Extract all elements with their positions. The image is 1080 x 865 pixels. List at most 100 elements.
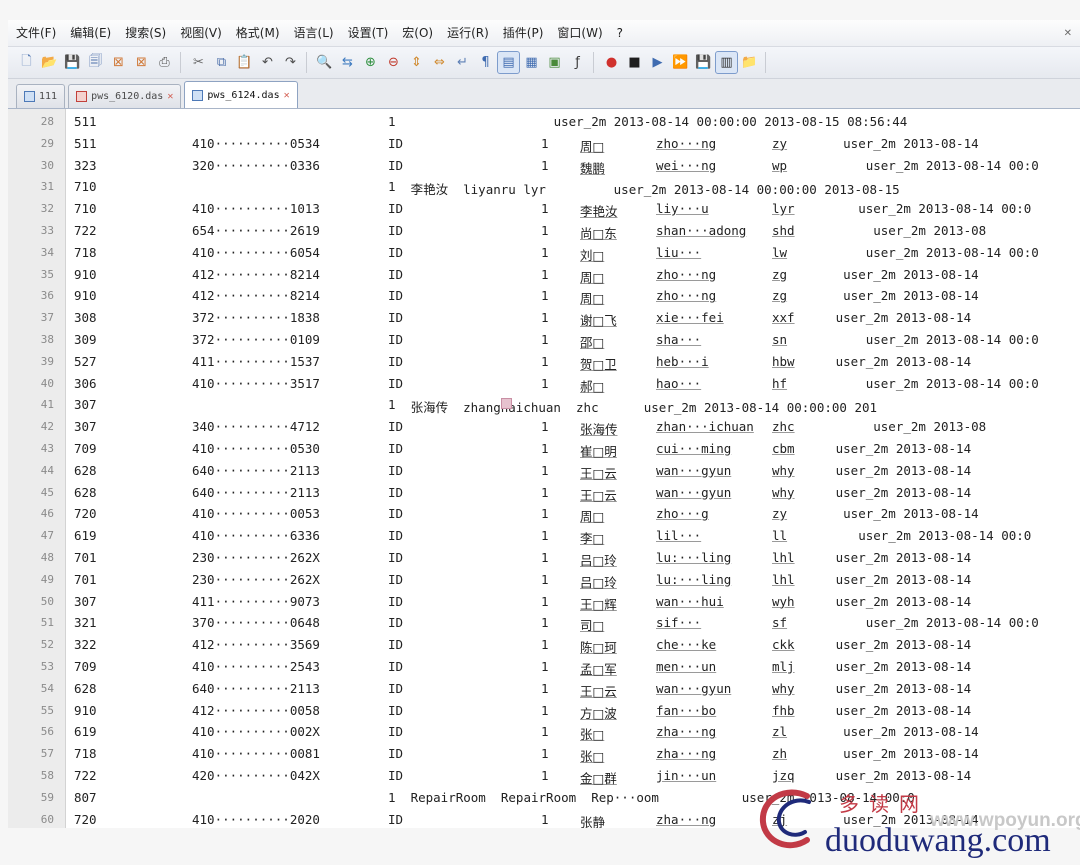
saved-file-icon bbox=[24, 91, 35, 102]
editor-line[interactable]: 46 720 410··········0053 ID 1 周□ zho···g zy use… bbox=[8, 502, 1080, 524]
editor-line[interactable]: 50 307 411··········9073 ID 1 王□辉 wan···hui wyh… bbox=[8, 590, 1080, 612]
cell-c2: 640··········2113 bbox=[192, 680, 320, 696]
menu-item-8[interactable]: 运行(R) bbox=[440, 20, 496, 47]
doc-map-icon[interactable]: ▣ bbox=[544, 52, 565, 73]
editor-line[interactable]: 43 709 410··········0530 ID 1 崔□明 cui···ming cb… bbox=[8, 437, 1080, 459]
indent-guide-icon[interactable]: ▤ bbox=[497, 51, 520, 74]
editor-line[interactable]: 52 322 412··········3569 ID 1 陈□珂 che···ke ckk … bbox=[8, 633, 1080, 655]
save-all-icon[interactable]: 🗐 bbox=[85, 52, 106, 73]
open-file-icon[interactable]: 📂 bbox=[39, 52, 60, 73]
editor-line[interactable]: 37 308 372··········1838 ID 1 谢□飞 xie···fei xxf… bbox=[8, 306, 1080, 328]
panel-icon[interactable]: ▥ bbox=[715, 51, 738, 74]
redo-icon[interactable]: ↷ bbox=[280, 52, 301, 73]
editor-line[interactable]: 36 910 412··········8214 ID 1 周□ zho···ng zg us… bbox=[8, 284, 1080, 306]
play-macro-icon[interactable]: ▶ bbox=[647, 52, 668, 73]
save-macro-icon[interactable]: 💾 bbox=[693, 52, 714, 73]
cell-c3: ID bbox=[388, 768, 404, 783]
menu-item-2[interactable]: 搜索(S) bbox=[118, 20, 173, 47]
editor-line[interactable]: 35 910 412··········8214 ID 1 周□ zho···ng zg us… bbox=[8, 263, 1080, 285]
cell-c5: 吕□玲 bbox=[580, 574, 617, 590]
editor-line[interactable]: 31 710 1 李艳汝 liyanru lyr user_2m 2013-08-1… bbox=[8, 175, 1080, 197]
new-file-icon[interactable]: 🗋 bbox=[16, 52, 37, 73]
cell-c4: 1 bbox=[541, 375, 549, 391]
editor-line[interactable]: 45 628 640··········2113 ID 1 王□云 wan···gyun wh… bbox=[8, 481, 1080, 503]
show-all-chars-icon[interactable]: ¶ bbox=[475, 52, 496, 73]
menu-item-6[interactable]: 设置(T) bbox=[341, 20, 396, 47]
cell-c5: 孟□军 bbox=[580, 662, 617, 677]
cell-c7: sf bbox=[772, 615, 788, 631]
editor-line[interactable]: 41 307 1 张海传 zhanghaichuan zhc user_2m 201… bbox=[8, 393, 1080, 415]
cell-c3: ID bbox=[388, 571, 404, 587]
paste-icon[interactable]: 📋 bbox=[234, 52, 255, 73]
menu-item-0[interactable]: 文件(F) bbox=[12, 20, 63, 47]
editor-line[interactable]: 51 321 370··········0648 ID 1 司□ sif··· sf user… bbox=[8, 611, 1080, 633]
editor-line[interactable]: 34 718 410··········6054 ID 1 刘□ liu··· lw user… bbox=[8, 241, 1080, 263]
close-file-icon[interactable]: ⊠ bbox=[108, 52, 129, 73]
menu-item-10[interactable]: 窗口(W) bbox=[550, 20, 609, 47]
copy-icon[interactable]: ⧉ bbox=[211, 52, 232, 73]
user-lang-icon[interactable]: ▦ bbox=[521, 52, 542, 73]
editor-line[interactable]: 42 307 340··········4712 ID 1 张海传 zhan···ichua… bbox=[8, 415, 1080, 437]
editor-line[interactable]: 48 701 230··········262X ID 1 吕□玲 lu:···ling lh… bbox=[8, 546, 1080, 568]
save-icon[interactable]: 💾 bbox=[62, 52, 83, 73]
editor-line[interactable]: 30 323 320··········0336 ID 1 魏鹏 wei···ng wp us… bbox=[8, 154, 1080, 176]
tab-1[interactable]: pws_6120.das ✕ bbox=[68, 84, 182, 108]
line-number: 29 bbox=[40, 136, 54, 150]
undo-icon[interactable]: ↶ bbox=[257, 52, 278, 73]
close-all-icon[interactable]: ⊠ bbox=[131, 52, 152, 73]
editor-line[interactable]: 56 619 410··········002X ID 1 张□ zha···ng zl us… bbox=[8, 720, 1080, 742]
menu-item-1[interactable]: 编辑(E) bbox=[63, 20, 118, 47]
cell-c8: user_2m 2013-08-14 bbox=[798, 550, 972, 565]
editor-line[interactable]: 54 628 640··········2113 ID 1 王□云 wan···gyun wh… bbox=[8, 677, 1080, 699]
cell-c4: 1 bbox=[541, 637, 549, 653]
editor-line[interactable]: 55 910 412··········0058 ID 1 方□波 fan···bo fhb … bbox=[8, 699, 1080, 721]
tab-close-icon[interactable]: ✕ bbox=[167, 91, 173, 102]
cell-c1: 527 bbox=[74, 353, 97, 369]
folder-icon[interactable]: 📁 bbox=[739, 52, 760, 73]
menu-item-11[interactable]: ? bbox=[610, 20, 630, 47]
editor-line[interactable]: 53 709 410··········2543 ID 1 孟□军 men···un mlj … bbox=[8, 655, 1080, 677]
menu-item-7[interactable]: 宏(O) bbox=[395, 20, 440, 47]
editor-area[interactable]: 28 511 1 user_2m 2013-08-14 00:00:00 2013-… bbox=[8, 109, 1080, 828]
tab-2[interactable]: pws_6124.das ✕ bbox=[184, 81, 298, 108]
editor-line[interactable]: 49 701 230··········262X ID 1 吕□玲 lu:···ling lh… bbox=[8, 568, 1080, 590]
editor-line[interactable]: 32 710 410··········1013 ID 1 李艳汝 liy···u lyr u… bbox=[8, 197, 1080, 219]
zoom-in-icon[interactable]: ⊕ bbox=[360, 52, 381, 73]
cell-c6: zho···ng bbox=[656, 135, 717, 151]
sync-h-icon[interactable]: ⇔ bbox=[429, 52, 450, 73]
cell-c8: user_2m 2013-08-14 bbox=[798, 506, 979, 522]
editor-line[interactable]: 28 511 1 user_2m 2013-08-14 00:00:00 2013-… bbox=[8, 110, 1080, 132]
editor-line[interactable]: 44 628 640··········2113 ID 1 王□云 wan···gyun wh… bbox=[8, 459, 1080, 481]
play-multiple-icon[interactable]: ⏩ bbox=[670, 52, 691, 73]
print-icon[interactable]: ⎙ bbox=[154, 52, 175, 73]
editor-line[interactable]: 29 511 410··········0534 ID 1 周□ zho···ng zy us… bbox=[8, 132, 1080, 154]
cell-tail: 李艳汝 liyanru lyr user_2m 2013-08-14 00:00… bbox=[388, 182, 900, 198]
menu-item-5[interactable]: 语言(L) bbox=[287, 20, 341, 47]
word-wrap-icon[interactable]: ↵ bbox=[452, 52, 473, 73]
editor-line[interactable]: 40 306 410··········3517 ID 1 郝□ hao··· hf user… bbox=[8, 372, 1080, 394]
cut-icon[interactable]: ✂ bbox=[188, 52, 209, 73]
menu-item-3[interactable]: 视图(V) bbox=[173, 20, 229, 47]
line-number: 59 bbox=[40, 790, 54, 804]
tab-close-icon[interactable]: ✕ bbox=[284, 90, 290, 101]
zoom-out-icon[interactable]: ⊖ bbox=[383, 52, 404, 73]
editor-line[interactable]: 33 722 654··········2619 ID 1 尚□东 shan···adong… bbox=[8, 219, 1080, 241]
editor-line[interactable]: 38 309 372··········0109 ID 1 邵□ sha··· sn user… bbox=[8, 328, 1080, 350]
cell-c1: 701 bbox=[74, 571, 97, 587]
editor-line[interactable]: 39 527 411··········1537 ID 1 贺□卫 heb···i hbw u… bbox=[8, 350, 1080, 372]
find-icon[interactable]: 🔍 bbox=[314, 52, 335, 73]
replace-icon[interactable]: ⇆ bbox=[337, 52, 358, 73]
editor-line[interactable]: 57 718 410··········0081 ID 1 张□ zha···ng zh us… bbox=[8, 742, 1080, 764]
tab-label: pws_6124.das bbox=[207, 89, 280, 101]
editor-line[interactable]: 47 619 410··········6336 ID 1 李□ lil··· ll user… bbox=[8, 524, 1080, 546]
sync-v-icon[interactable]: ⇕ bbox=[406, 52, 427, 73]
menu-item-4[interactable]: 格式(M) bbox=[229, 20, 287, 47]
menu-item-9[interactable]: 插件(P) bbox=[496, 20, 551, 47]
record-macro-icon[interactable]: ● bbox=[601, 52, 622, 73]
stop-macro-icon[interactable]: ■ bbox=[624, 52, 645, 73]
menu-close-icon[interactable]: ✕ bbox=[1064, 28, 1080, 39]
cell-c2: 420··········042X bbox=[192, 768, 320, 783]
tab-0[interactable]: 111 bbox=[16, 84, 66, 108]
function-list-icon[interactable]: ƒ bbox=[567, 52, 588, 73]
cell-c2: 410··········2020 bbox=[192, 811, 320, 827]
